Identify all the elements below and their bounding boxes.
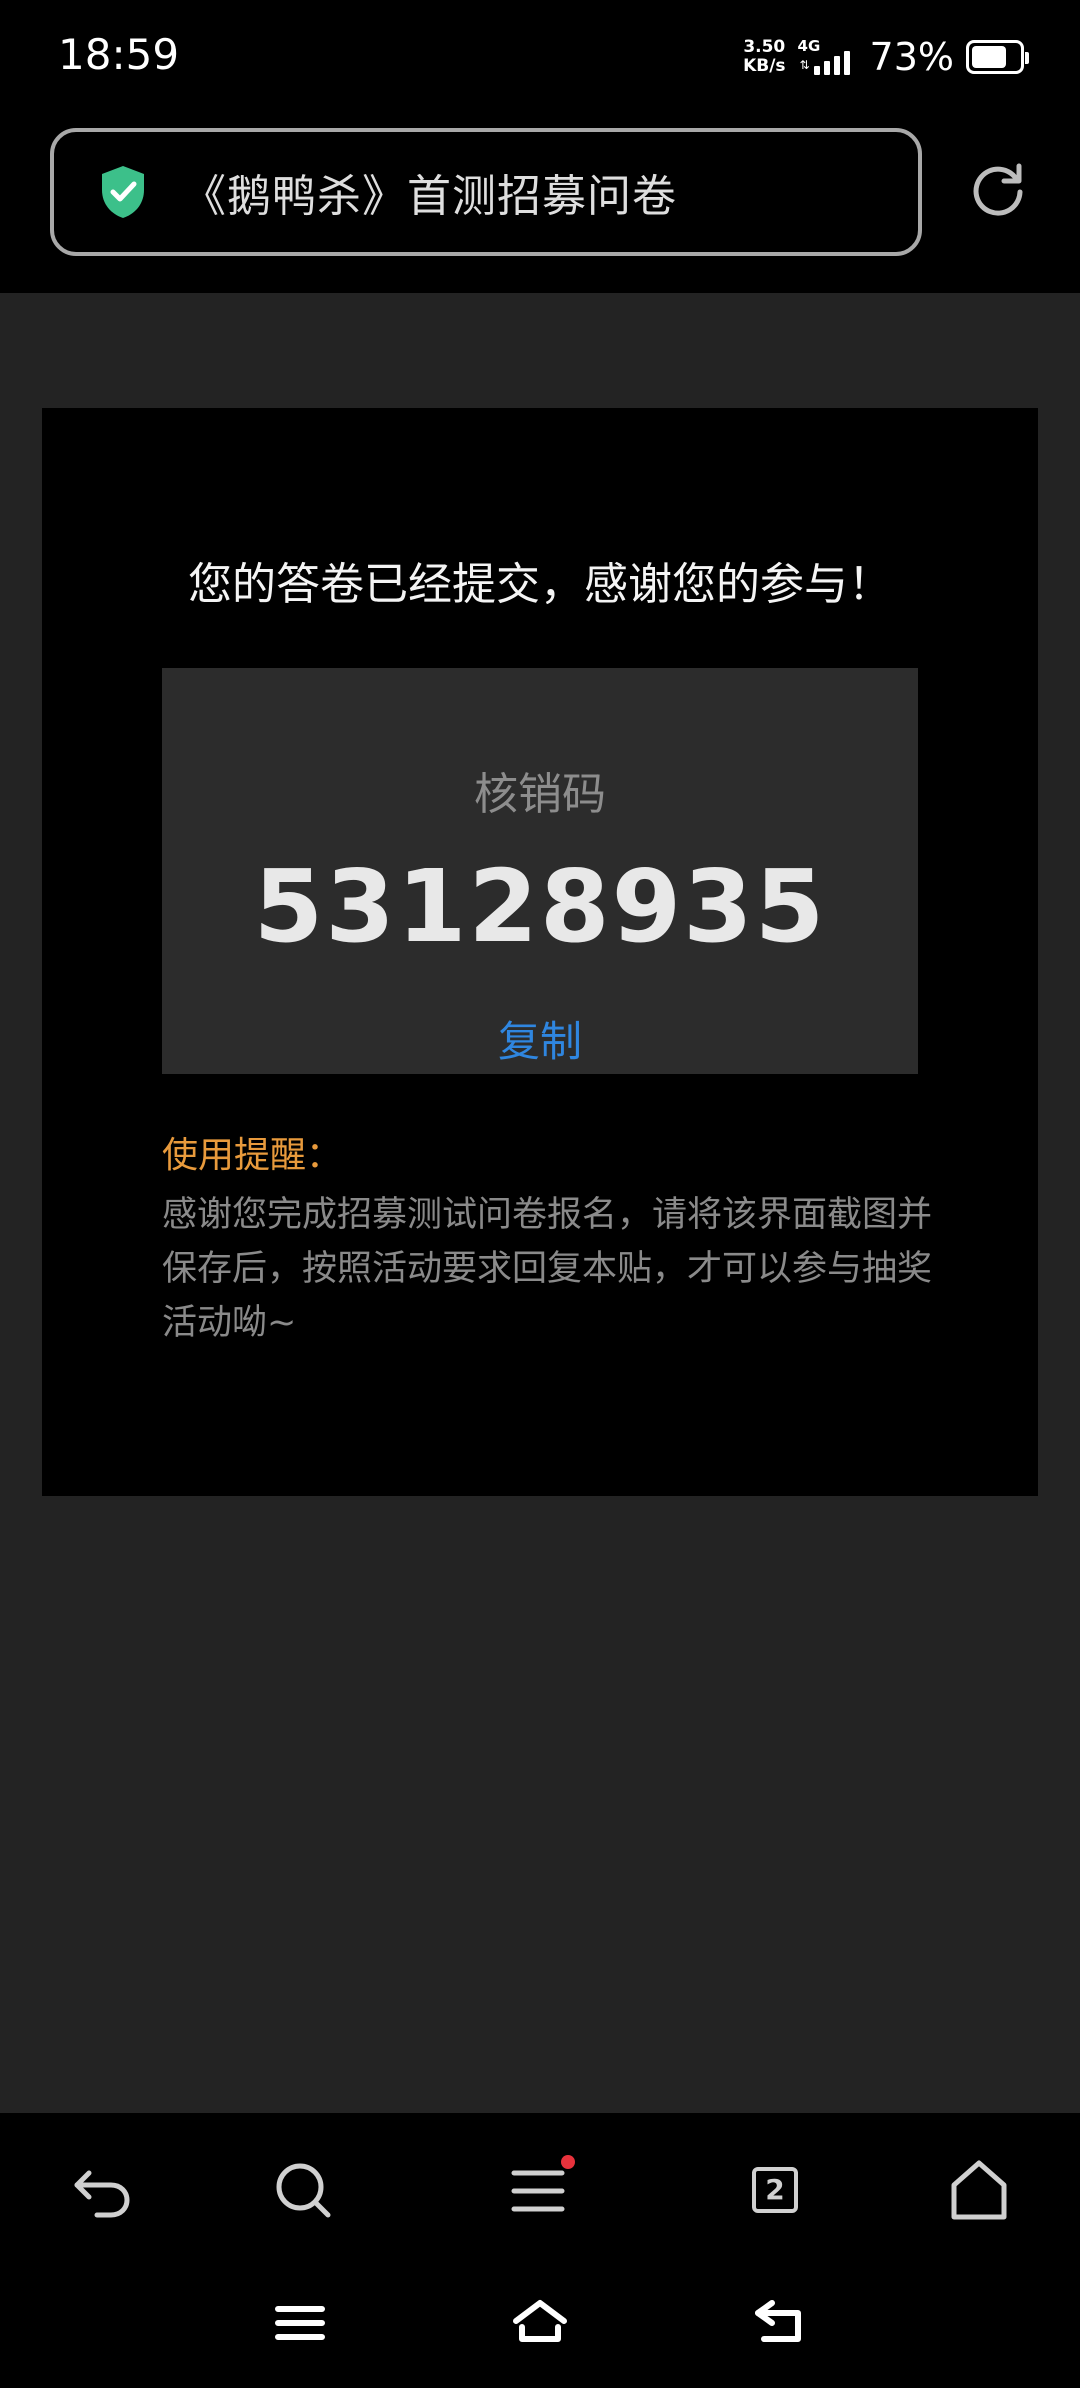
nav-home-icon[interactable] [510,2293,570,2353]
address-area: 《鹅鸭杀》首测招募问卷 [0,118,1080,293]
tab-count: 2 [752,2167,798,2213]
redemption-code: 53128935 [253,848,827,965]
reminder-text: 感谢您完成招募测试问卷报名，请将该界面截图并保存后，按照活动要求回复本贴，才可以… [162,1195,933,1343]
address-bar[interactable]: 《鹅鸭杀》首测招募问卷 [50,128,922,256]
nav-menu-icon[interactable] [270,2293,330,2353]
menu-button[interactable] [505,2155,575,2225]
page-title: 《鹅鸭杀》首测招募问卷 [182,171,677,222]
submission-message: 您的答卷已经提交，感谢您的参与！ [188,559,892,610]
status-indicators: 3.50 KB/s 4G ⇅ 73% [743,32,1029,82]
battery-percent: 73% [869,35,954,79]
result-card: 您的答卷已经提交，感谢您的参与！ 核销码 53128935 复制 使用提醒： 感… [42,408,1038,1496]
back-icon[interactable] [67,2155,137,2225]
redemption-code-box: 核销码 53128935 复制 [162,668,918,1074]
signal-icon: 4G ⇅ [798,35,858,79]
home-icon[interactable] [944,2155,1014,2225]
reminder-title: 使用提醒： [162,1135,343,1176]
status-bar: 18:59 3.50 KB/s 4G ⇅ 73% [0,0,1080,118]
copy-button[interactable]: 复制 [482,1008,598,1069]
system-navigation-bar [0,2263,1080,2388]
code-label: 核销码 [474,769,606,820]
nav-back-icon[interactable] [750,2293,810,2353]
search-icon[interactable] [268,2155,338,2225]
battery-icon [966,40,1029,74]
network-speed-unit: KB/s [743,56,786,76]
battery-fill [972,46,1006,68]
status-time: 18:59 [58,30,180,79]
notification-dot [561,2155,575,2169]
shield-check-icon [102,166,144,218]
tabs-button[interactable]: 2 [740,2155,810,2225]
network-speed: 3.50 KB/s [743,38,785,76]
network-speed-value: 3.50 [743,37,786,57]
data-arrows-icon: ⇅ [799,58,810,72]
browser-toolbar: 2 [0,2113,1080,2263]
reload-icon[interactable] [968,158,1028,218]
signal-bars [813,51,850,75]
